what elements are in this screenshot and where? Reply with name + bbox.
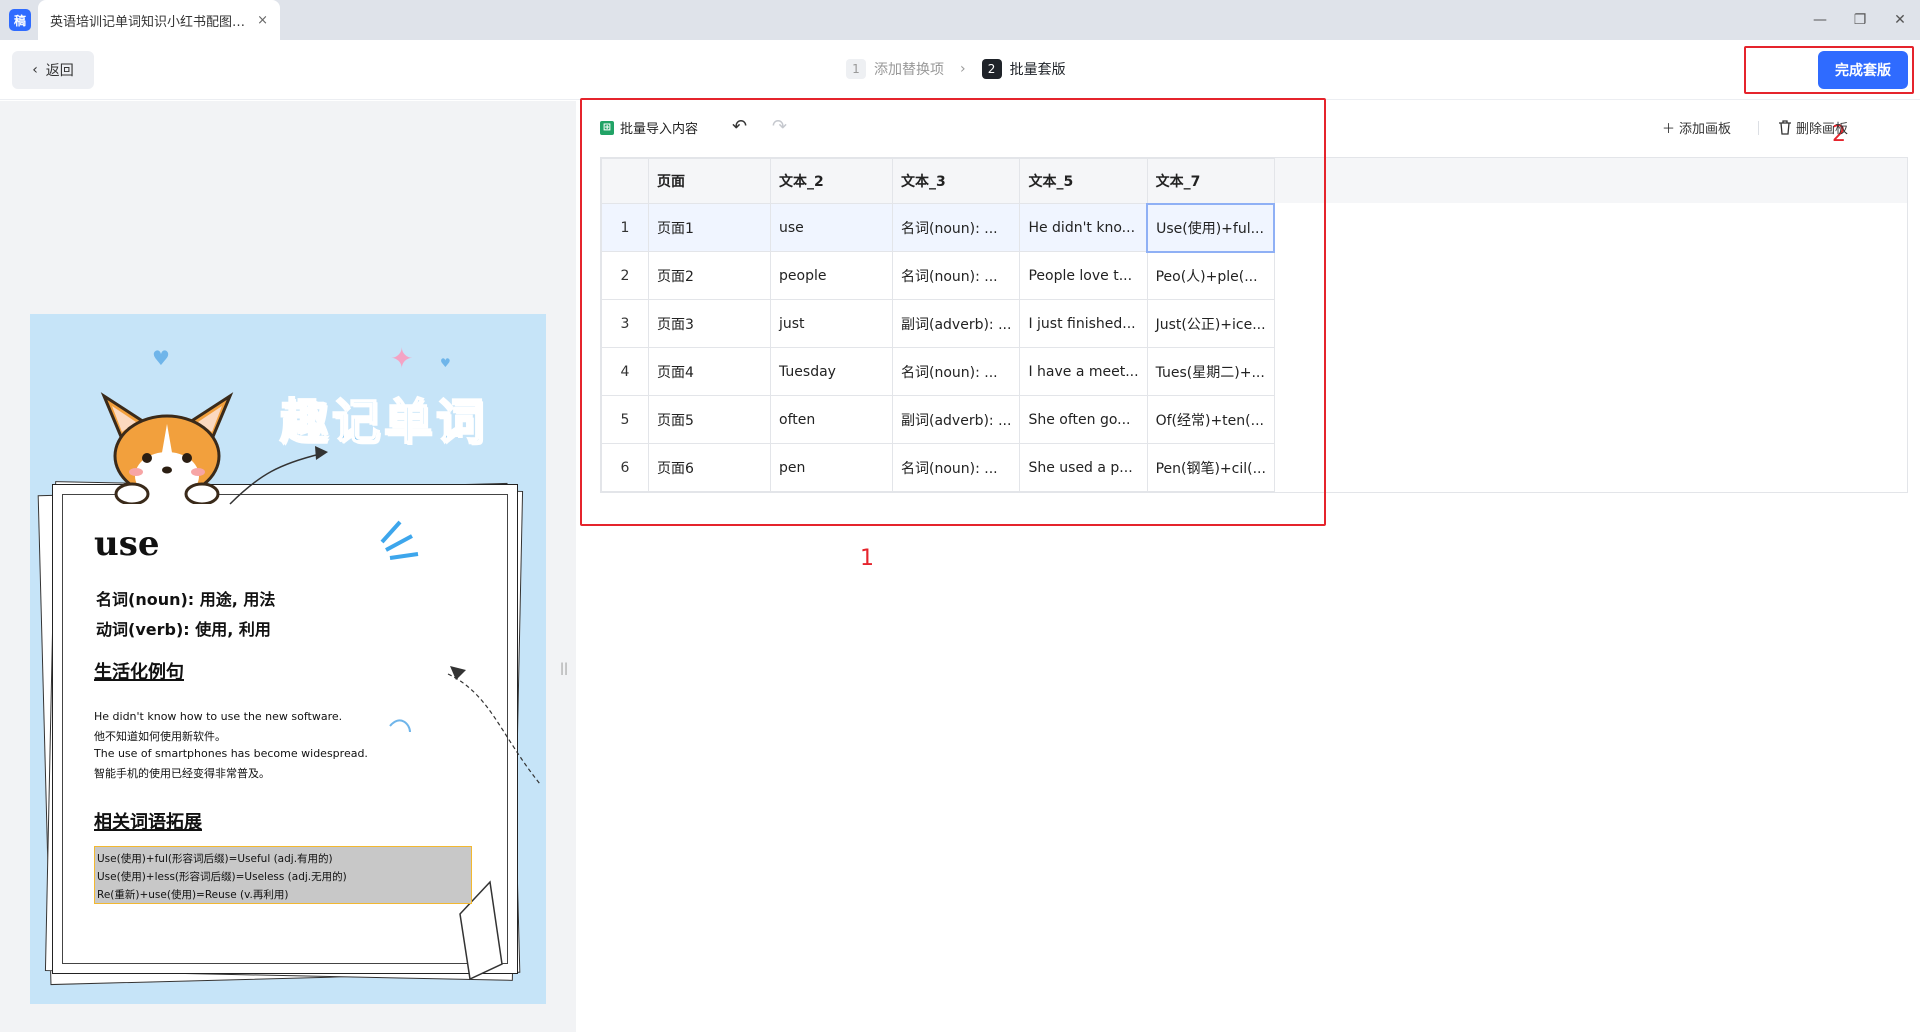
poster-section-examples: 生活化例句	[94, 662, 184, 683]
poster-definition: 名词(noun): 用途, 用法	[96, 590, 276, 609]
step-2-number: 2	[981, 59, 1002, 79]
toolbar-divider	[1758, 121, 1759, 135]
editor-header: ‹ 返回 1 添加替换项 › 2 批量套版 完成套版	[0, 40, 1920, 100]
delete-artboard-button[interactable]: 删除画板	[1778, 118, 1848, 137]
trash-icon	[1779, 120, 1791, 135]
poster-section-expansion: 相关词语拓展	[94, 812, 202, 833]
close-window-icon[interactable]: ✕	[1885, 8, 1915, 32]
poster-expansion-line: Re(重新)+use(使用)=Reuse (v.再利用)	[97, 889, 289, 901]
step-1-number: 1	[846, 59, 866, 79]
poster-word: use	[94, 524, 160, 564]
annotation-label-1: 1	[860, 546, 874, 571]
annotation-box-2	[1744, 46, 1914, 94]
poster-definition: 动词(verb): 使用, 利用	[96, 620, 271, 639]
step-1-label[interactable]: 添加替换项	[874, 59, 944, 79]
minimize-icon[interactable]: —	[1805, 8, 1835, 32]
poster-sentence: The use of smartphones has become widesp…	[94, 747, 368, 760]
delete-artboard-label: 删除画板	[1796, 122, 1849, 137]
poster-preview[interactable]: ♥ ♥ ♥ ✦ ✦ 趣记单词	[30, 314, 546, 1004]
panel-resize-handle[interactable]: ||	[560, 661, 568, 675]
poster-expansion-line: Use(使用)+ful(形容词后缀)=Useful (adj.有用的)	[97, 853, 333, 865]
back-button-label: 返回	[45, 63, 74, 79]
add-artboard-label: 添加画板	[1679, 122, 1732, 137]
app-logo-icon: 稿	[9, 9, 31, 31]
step-indicator: 1 添加替换项 › 2 批量套版	[846, 59, 1066, 79]
window-tab-bar: 稿 英语培训记单词知识小红书配图_... × — ❐ ✕	[0, 0, 1920, 40]
back-button[interactable]: ‹ 返回	[12, 51, 94, 89]
poster-expansion-box[interactable]: Use(使用)+ful(形容词后缀)=Useful (adj.有用的) Use(…	[94, 846, 472, 904]
document-tab-title: 英语培训记单词知识小红书配图_...	[50, 14, 250, 30]
document-tab[interactable]: 英语培训记单词知识小红书配图_... ×	[38, 0, 280, 40]
poster-sentence: He didn't know how to use the new softwa…	[94, 710, 343, 723]
annotation-box-1	[580, 98, 1326, 526]
chevron-right-icon: ›	[960, 61, 966, 77]
chevron-left-icon: ‹	[32, 62, 38, 78]
step-2-label[interactable]: 批量套版	[1010, 59, 1066, 79]
plus-icon: ＋	[1662, 122, 1676, 137]
poster-sentence: 他不知道如何使用新软件。	[94, 730, 226, 743]
poster-expansion-line: Use(使用)+less(形容词后缀)=Useless (adj.无用的)	[97, 871, 347, 883]
restore-icon[interactable]: ❐	[1845, 8, 1875, 32]
poster-sentence: 智能手机的使用已经变得非常普及。	[94, 767, 270, 780]
add-artboard-button[interactable]: ＋ 添加画板	[1662, 118, 1731, 137]
preview-panel: ♥ ♥ ♥ ✦ ✦ 趣记单词	[0, 101, 576, 1032]
close-tab-icon[interactable]: ×	[257, 13, 268, 28]
